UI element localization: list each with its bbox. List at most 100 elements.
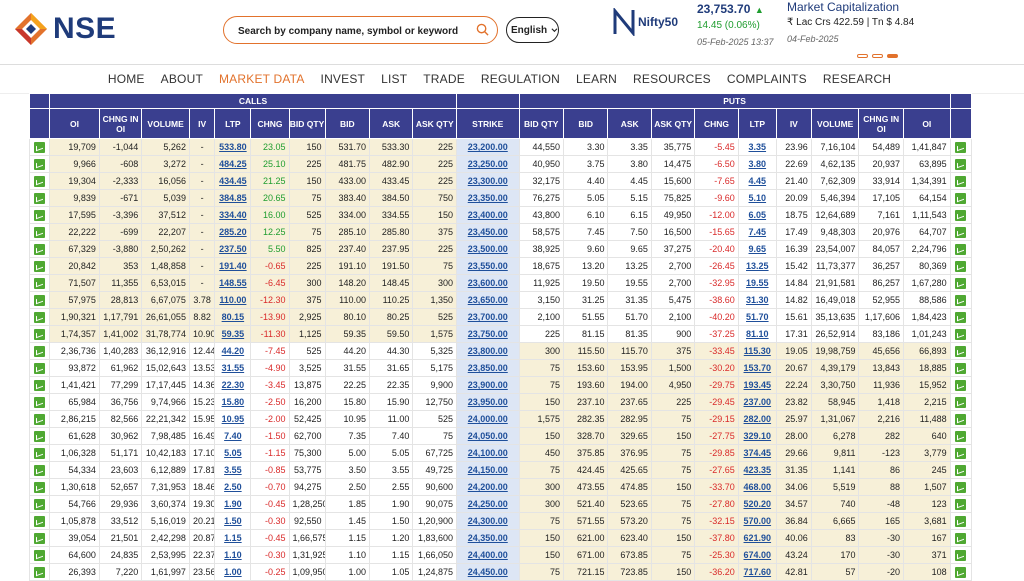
ltp-link[interactable]: 285.20: [214, 223, 252, 241]
chart-icon[interactable]: [955, 362, 967, 374]
ltp-link[interactable]: 717.60: [737, 563, 777, 581]
strike-link[interactable]: 24,300.00: [456, 512, 520, 530]
chart-icon[interactable]: [955, 260, 967, 272]
ltp-link[interactable]: 374.45: [737, 444, 777, 462]
ltp-link[interactable]: 51.70: [737, 308, 777, 326]
chart-icon[interactable]: [34, 328, 46, 340]
chart-icon[interactable]: [34, 396, 46, 408]
strike-link[interactable]: 24,400.00: [456, 546, 520, 564]
chart-icon[interactable]: [955, 566, 967, 578]
nav-item-home[interactable]: HOME: [100, 65, 153, 93]
chart-icon[interactable]: [955, 209, 967, 221]
ltp-link[interactable]: 80.15: [214, 308, 252, 326]
column-header-oi[interactable]: OI: [902, 108, 951, 139]
search-icon[interactable]: [476, 23, 489, 36]
ltp-link[interactable]: 484.25: [214, 155, 252, 173]
ltp-link[interactable]: 5.10: [737, 189, 777, 207]
carousel-dot-active[interactable]: [887, 54, 898, 58]
nse-logo[interactable]: NSE: [14, 12, 116, 46]
carousel-dot[interactable]: [857, 54, 868, 58]
ltp-link[interactable]: 329.10: [737, 427, 777, 445]
chart-icon[interactable]: [34, 294, 46, 306]
chart-icon[interactable]: [34, 430, 46, 442]
column-header-chng-in-oi[interactable]: CHNG IN OI: [98, 108, 143, 139]
chart-icon[interactable]: [34, 447, 46, 459]
chart-icon[interactable]: [34, 464, 46, 476]
chart-icon[interactable]: [955, 141, 967, 153]
column-header-iv[interactable]: IV: [775, 108, 812, 139]
chart-icon[interactable]: [34, 192, 46, 204]
chart-icon[interactable]: [955, 277, 967, 289]
ltp-link[interactable]: 4.45: [737, 172, 777, 190]
column-header-oi[interactable]: OI: [49, 108, 100, 139]
ltp-link[interactable]: 3.55: [214, 461, 252, 479]
chart-icon[interactable]: [34, 481, 46, 493]
strike-link[interactable]: 23,350.00: [456, 189, 520, 207]
chart-icon[interactable]: [34, 158, 46, 170]
ltp-link[interactable]: 3.80: [737, 155, 777, 173]
chart-icon[interactable]: [34, 243, 46, 255]
chart-icon[interactable]: [34, 311, 46, 323]
ltp-link[interactable]: 533.80: [214, 138, 252, 156]
chart-icon[interactable]: [955, 515, 967, 527]
ltp-link[interactable]: 22.30: [214, 376, 252, 394]
strike-link[interactable]: 24,100.00: [456, 444, 520, 462]
column-header-chng[interactable]: CHNG: [250, 108, 290, 139]
column-header-volume[interactable]: VOLUME: [141, 108, 190, 139]
chart-icon[interactable]: [34, 362, 46, 374]
ltp-link[interactable]: 193.45: [737, 376, 777, 394]
column-header-bid[interactable]: BID: [324, 108, 371, 139]
ltp-link[interactable]: 237.00: [737, 393, 777, 411]
column-header-chng-in-oi[interactable]: CHNG IN OI: [858, 108, 904, 139]
strike-link[interactable]: 24,150.00: [456, 461, 520, 479]
ltp-link[interactable]: 13.25: [737, 257, 777, 275]
ltp-link[interactable]: 7.45: [737, 223, 777, 241]
nav-item-complaints[interactable]: COMPLAINTS: [719, 65, 815, 93]
language-select[interactable]: English: [506, 17, 559, 43]
ltp-link[interactable]: 7.40: [214, 427, 252, 445]
column-header-volume[interactable]: VOLUME: [810, 108, 860, 139]
strike-link[interactable]: 24,350.00: [456, 529, 520, 547]
chart-icon[interactable]: [34, 549, 46, 561]
chart-icon[interactable]: [955, 379, 967, 391]
ltp-link[interactable]: 1.50: [214, 512, 252, 530]
chart-icon[interactable]: [955, 413, 967, 425]
column-header-chng[interactable]: CHNG: [694, 108, 739, 139]
strike-link[interactable]: 23,700.00: [456, 308, 520, 326]
strike-link[interactable]: 23,450.00: [456, 223, 520, 241]
nav-item-learn[interactable]: LEARN: [568, 65, 625, 93]
chart-icon[interactable]: [34, 226, 46, 238]
strike-link[interactable]: 23,500.00: [456, 240, 520, 258]
ltp-link[interactable]: 44.20: [214, 342, 252, 360]
strike-link[interactable]: 23,400.00: [456, 206, 520, 224]
ltp-link[interactable]: 3.35: [737, 138, 777, 156]
chart-icon[interactable]: [955, 192, 967, 204]
chart-icon[interactable]: [955, 447, 967, 459]
column-header-bid[interactable]: BID: [562, 108, 609, 139]
strike-link[interactable]: 23,900.00: [456, 376, 520, 394]
strike-link[interactable]: 24,050.00: [456, 427, 520, 445]
chart-icon[interactable]: [34, 175, 46, 187]
ltp-link[interactable]: 153.70: [737, 359, 777, 377]
ltp-link[interactable]: 334.40: [214, 206, 252, 224]
chart-icon[interactable]: [955, 243, 967, 255]
ltp-link[interactable]: 520.20: [737, 495, 777, 513]
chart-icon[interactable]: [955, 481, 967, 493]
strike-link[interactable]: 24,000.00: [456, 410, 520, 428]
nav-item-market-data[interactable]: MARKET DATA: [211, 65, 313, 93]
column-header-bid-qty[interactable]: BID QTY: [288, 108, 326, 139]
column-header-bid-qty[interactable]: BID QTY: [518, 108, 564, 139]
nav-item-trade[interactable]: TRADE: [415, 65, 473, 93]
chart-icon[interactable]: [34, 260, 46, 272]
column-header-ltp[interactable]: LTP: [214, 108, 252, 139]
ltp-link[interactable]: 434.45: [214, 172, 252, 190]
column-header-ask[interactable]: ASK: [607, 108, 652, 139]
strike-link[interactable]: 23,600.00: [456, 274, 520, 292]
ltp-link[interactable]: 1.00: [214, 563, 252, 581]
strike-link[interactable]: 23,200.00: [456, 138, 520, 156]
ltp-link[interactable]: 1.15: [214, 529, 252, 547]
ltp-link[interactable]: 384.85: [214, 189, 252, 207]
ltp-link[interactable]: 10.95: [214, 410, 252, 428]
search-box[interactable]: [223, 16, 498, 44]
ltp-link[interactable]: 621.90: [737, 529, 777, 547]
